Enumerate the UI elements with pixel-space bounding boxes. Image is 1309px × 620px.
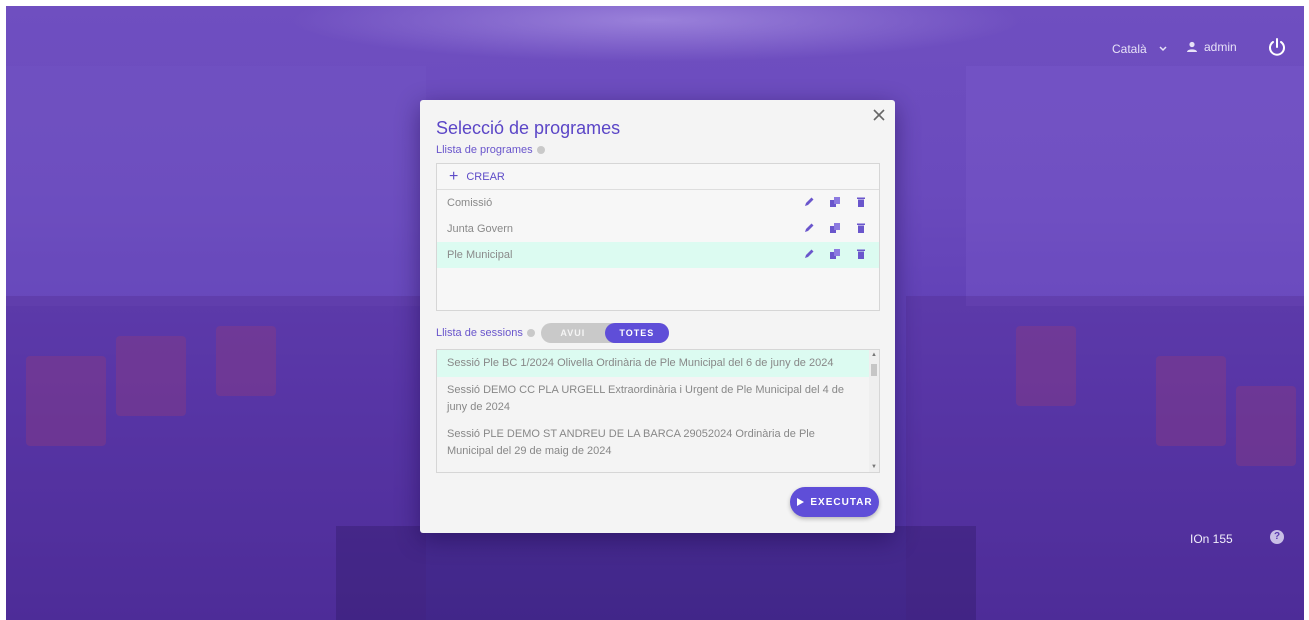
background-seat (1156, 356, 1226, 446)
sessions-header: Llista de sessions AVUI TOTES (436, 323, 669, 343)
program-name: Ple Municipal (447, 249, 513, 261)
program-name: Junta Govern (447, 223, 514, 235)
sessions-list-label: Llista de sessions (436, 327, 535, 339)
session-item-selected[interactable]: Sessió Ple BC 1/2024 Olivella Ordinària … (437, 350, 879, 377)
help-icon[interactable]: ? (1270, 530, 1284, 544)
edit-icon[interactable] (803, 222, 815, 234)
language-selector[interactable]: Català (1112, 42, 1167, 56)
program-row-selected[interactable]: Ple Municipal (437, 242, 879, 268)
info-icon[interactable] (526, 329, 535, 337)
play-icon (797, 498, 805, 506)
create-program-button[interactable]: + CREAR (437, 164, 879, 190)
user-icon (1187, 41, 1197, 52)
program-row[interactable]: Comissió (437, 190, 879, 216)
session-list: Sessió Ple BC 1/2024 Olivella Ordinària … (436, 349, 880, 473)
edit-icon[interactable] (803, 248, 815, 260)
background-floor (336, 526, 976, 620)
background-seat (216, 326, 276, 396)
session-item[interactable]: Sessió PLE DEMO ST ANDREU DE LA BARCA 29… (437, 421, 879, 465)
program-row[interactable]: Junta Govern (437, 216, 879, 242)
sessions-filter-toggle[interactable]: AVUI TOTES (540, 323, 669, 343)
create-program-label: CREAR (466, 170, 505, 183)
scroll-up-icon[interactable]: ▲ (871, 352, 877, 358)
user-menu[interactable]: admin (1186, 40, 1237, 54)
delete-icon[interactable] (855, 222, 867, 234)
user-name: admin (1204, 40, 1237, 54)
duplicate-icon[interactable] (829, 222, 841, 234)
program-name: Comissió (447, 197, 493, 209)
duplicate-icon[interactable] (829, 248, 841, 260)
version-label: IOn 155 (1190, 532, 1233, 546)
session-list-scrollbar[interactable]: ▲ ▼ (869, 350, 879, 472)
program-list: + CREAR Comissió Junta Govern Ple Munici… (436, 163, 880, 311)
sessions-list-label-text: Llista de sessions (436, 327, 523, 339)
info-icon[interactable] (536, 146, 545, 154)
plus-icon: + (449, 167, 459, 185)
background-seat (1236, 386, 1296, 466)
chevron-down-icon (1159, 46, 1167, 52)
duplicate-icon[interactable] (829, 196, 841, 208)
session-item[interactable]: Sessió PL GGM Extraordinària i Urgent de… (437, 465, 879, 472)
background-seat (26, 356, 106, 446)
delete-icon[interactable] (855, 196, 867, 208)
session-item[interactable]: Sessió DEMO CC PLA URGELL Extraordinària… (437, 377, 879, 421)
scroll-down-icon[interactable]: ▼ (871, 464, 877, 470)
delete-icon[interactable] (855, 248, 867, 260)
programs-list-label-text: Llista de programes (436, 144, 533, 156)
language-label: Català (1112, 42, 1147, 56)
power-icon[interactable] (1266, 36, 1288, 58)
close-icon[interactable] (872, 108, 886, 122)
edit-icon[interactable] (803, 196, 815, 208)
background-wall-left (6, 66, 426, 306)
background-seat (1016, 326, 1076, 406)
background-seat (116, 336, 186, 416)
execute-button[interactable]: EXECUTAR (790, 487, 879, 517)
programs-list-label: Llista de programes (436, 144, 545, 156)
background-wall-right (966, 66, 1304, 306)
filter-all-option[interactable]: TOTES (604, 323, 669, 343)
execute-label: EXECUTAR (810, 496, 873, 508)
dialog-title: Selecció de programes (436, 118, 621, 138)
scrollbar-thumb[interactable] (871, 364, 877, 376)
filter-today-option[interactable]: AVUI (541, 323, 605, 343)
